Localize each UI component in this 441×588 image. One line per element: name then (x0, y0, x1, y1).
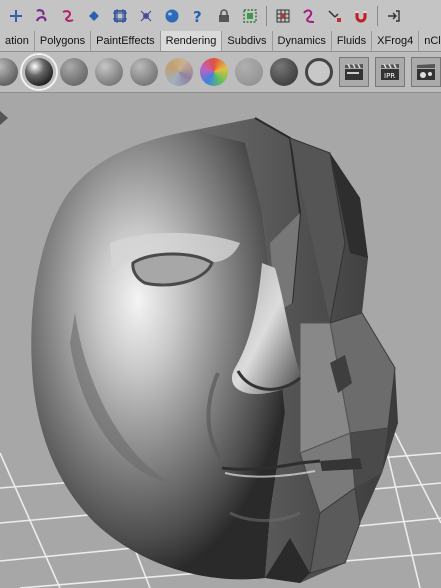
tab-subdivs[interactable]: Subdivs (222, 31, 273, 51)
use-background-shader-icon[interactable] (305, 58, 333, 86)
phonge-shader-icon[interactable] (130, 58, 158, 86)
maya-window: ? ation Polygons PaintEffects Rendering (0, 0, 441, 588)
curve-icon[interactable] (58, 6, 78, 26)
tab-painteffects[interactable]: PaintEffects (91, 31, 161, 51)
phong-shader-icon[interactable] (95, 58, 123, 86)
ipr-label: IPR (384, 72, 395, 80)
bug-icon[interactable] (136, 6, 156, 26)
shelf-tab-bar: ation Polygons PaintEffects Rendering Su… (0, 31, 441, 52)
blinn-shader-icon[interactable] (20, 53, 58, 91)
lasso-icon[interactable] (32, 6, 52, 26)
toolbar-separator (377, 5, 378, 26)
svg-text:?: ? (193, 8, 202, 24)
tab-xfrog4[interactable]: XFrog4 (372, 31, 420, 51)
plus-icon[interactable] (6, 6, 26, 26)
tab-animation[interactable]: ation (0, 31, 35, 51)
lock-icon[interactable] (214, 6, 234, 26)
grid-icon[interactable] (273, 6, 293, 26)
help-icon[interactable]: ? (188, 6, 208, 26)
paint-icon[interactable] (84, 6, 104, 26)
anisotropic-shader-icon[interactable] (165, 58, 193, 86)
lambert-shader-icon[interactable] (60, 58, 88, 86)
tab-fluids[interactable]: Fluids (332, 31, 373, 51)
ipr-clapper-icon[interactable]: IPR (375, 57, 405, 87)
perspective-viewport[interactable] (0, 93, 441, 588)
ramp-shader-icon[interactable] (200, 58, 228, 86)
surface-shader-icon[interactable] (270, 58, 298, 86)
magnet-icon[interactable] (351, 6, 371, 26)
viewport-corner-marker (0, 111, 8, 125)
export-icon[interactable] (384, 6, 404, 26)
graph-icon[interactable] (110, 6, 130, 26)
magnet-curve-icon[interactable] (325, 6, 345, 26)
select-icon[interactable] (240, 6, 260, 26)
tab-ncloth[interactable]: nCloth (419, 31, 441, 51)
tab-dynamics[interactable]: Dynamics (273, 31, 332, 51)
layered-shader-icon[interactable] (235, 58, 263, 86)
status-toolbar: ? (0, 0, 441, 32)
sphere-icon[interactable] (162, 6, 182, 26)
viewport-scene (0, 111, 441, 588)
toolbar-separator (266, 5, 267, 26)
knot-icon[interactable] (299, 6, 319, 26)
tab-polygons[interactable]: Polygons (35, 31, 92, 51)
clapper-icon[interactable] (339, 57, 369, 87)
rendering-shelf: IPR (0, 52, 441, 93)
shader-ball-icon[interactable] (0, 58, 18, 86)
render-settings-icon[interactable] (411, 57, 441, 87)
tab-rendering[interactable]: Rendering (160, 31, 223, 51)
